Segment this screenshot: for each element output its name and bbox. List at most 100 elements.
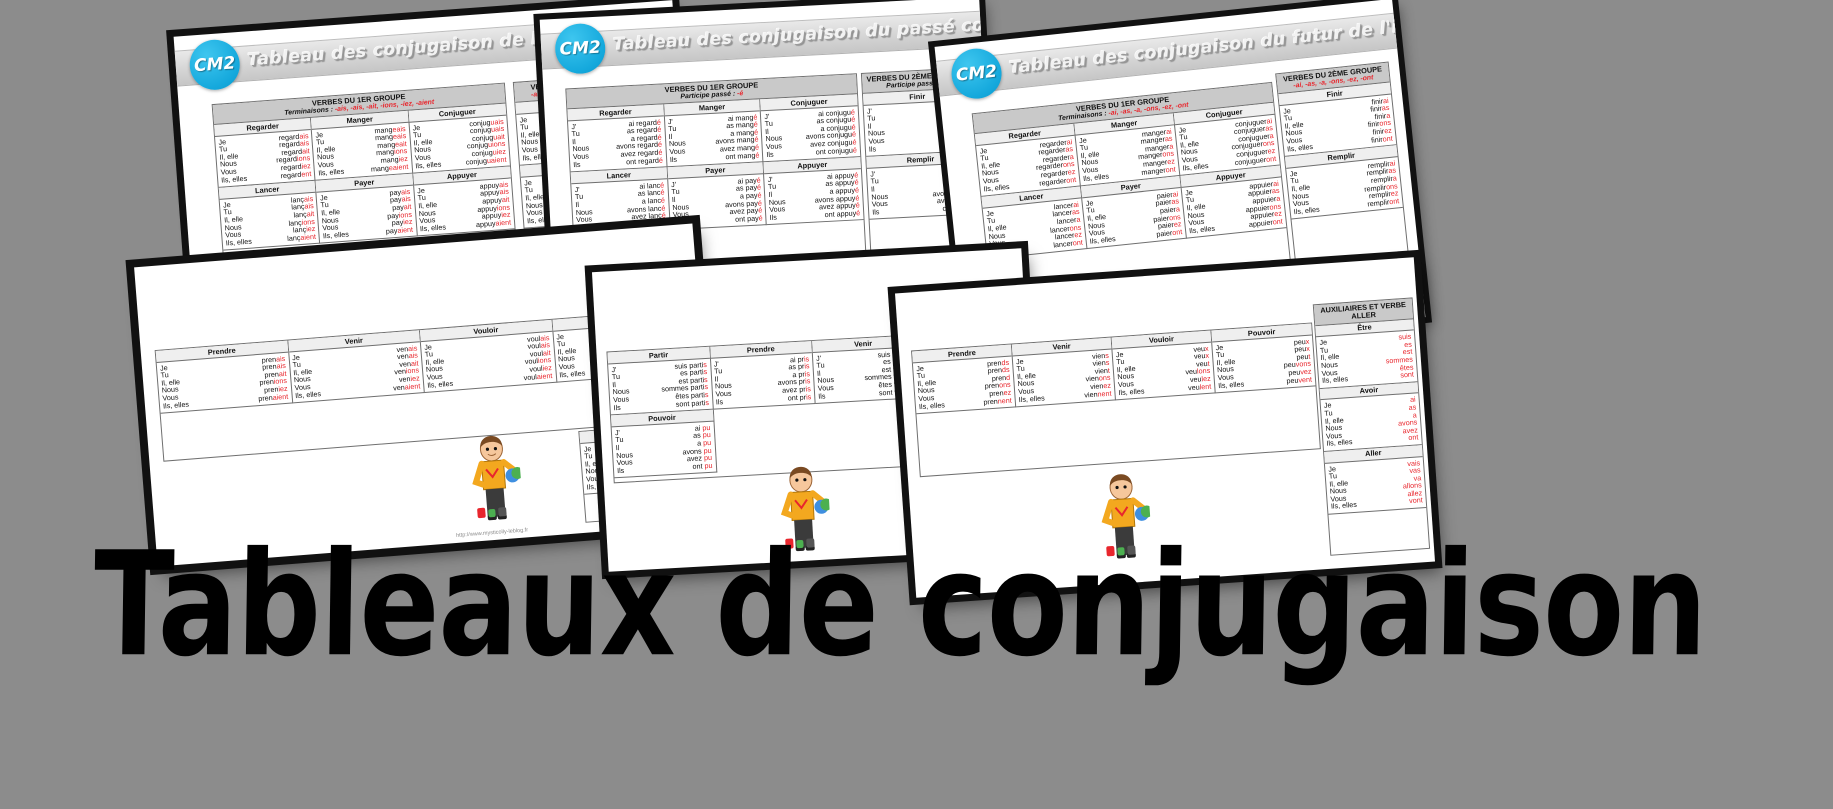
verb-grid: Regarder Je regardais Tu regardais Il, elle re… (214, 103, 515, 251)
pronoun: Ils, elles (414, 159, 442, 170)
verb-form: ont conjugué (815, 144, 858, 157)
pronoun: Ils, elles (294, 388, 322, 400)
verb-block: Payer Je payais Tu payais Il, elle payait Nous p… (315, 173, 418, 244)
conjugation-list: Je remplirai Tu rempliras Il, elle remplira No… (1286, 157, 1403, 219)
group-auxiliaires: AUXILIAIRES ET VERBE ALLER Être Je suis Tu e… (1312, 297, 1431, 556)
conjugation-list: Je mangeais Tu mangeais Il, elle mangeait Nous… (312, 123, 412, 180)
verb-block: Venir Je venais Tu venais Il, elle venait Nous v… (287, 330, 425, 404)
conjugation-list: J' ai mangé Tu as mangé Il a mangé Nous avons m… (665, 111, 763, 166)
conjugation-list: Je regardais Tu regardais Il, elle regardait N… (215, 130, 315, 187)
verb-block: Finir Je finirai Tu finiras Il, elle finira Nou… (1278, 82, 1397, 158)
verb-form: mangeront (1140, 164, 1177, 177)
pronoun: Ils, elles (1089, 233, 1116, 246)
conjugation-list: Je veux Tu veux Il, elle veut Nous veulons Vous v… (1112, 342, 1214, 399)
verb-form: voulaient (523, 370, 553, 382)
verb-form: paieront (1155, 226, 1183, 239)
sheet-banner: Tableau des conjugaison du passé composé (540, 10, 996, 70)
pronoun: Ils, elles (225, 236, 253, 248)
verb-block: Prendre J' ai pris Tu as pris Il a pris Nous avo… (709, 341, 816, 410)
verb-block: Regarder Je regarderai Tu regarderas Il, elle… (974, 123, 1081, 197)
conjugation-list: Je paierai Tu paieras Il, elle paiera Nous paie… (1082, 188, 1186, 248)
verb-block: Conjuguer J' ai conjugué Tu as conjugué Il a c… (760, 94, 861, 163)
pronoun: Ils, elles (1082, 171, 1110, 183)
verb-form: ont payé (734, 213, 763, 224)
conjugation-list: J' ai regardé Tu as regardé Il a regardé Nous a… (568, 116, 666, 171)
verb-block: Lancer J' ai lancé Tu as lancé Il a lancé Nous a… (570, 167, 671, 236)
verb-form: ont (1407, 432, 1419, 443)
verb-form: sont (1400, 369, 1415, 380)
conjugation-list: J' suis partis Tu es partis Il est partis Nous… (608, 359, 712, 415)
verb-form: sont partis (675, 397, 710, 409)
verb-block: Appuyer J' ai appuyé Tu as appuyé Il a appuyé N… (763, 157, 864, 226)
verb-block: Venir Je viens Tu viens Il, elle vient Nous vien… (1011, 337, 1116, 408)
verb-form: ont mangé (725, 150, 760, 161)
verb-grid: Être Je suis Tu es Il, elle est Nous sommes Vous ê… (1315, 318, 1427, 515)
verb-form: venaient (392, 380, 421, 393)
verb-form: lançaient (286, 231, 317, 243)
verb-block: Regarder Je regardais Tu regardais Il, elle re… (214, 117, 316, 189)
verb-block: Avoir Je ai Tu as Il, elle a Nous avons Vous avez I… (1319, 381, 1422, 452)
verb-form: conjuguaient (465, 154, 507, 167)
pronoun: Ils, elles (426, 378, 454, 390)
conjugation-list: Je suis Tu es Il, elle est Nous sommes Vous êtes I… (1316, 331, 1417, 388)
verb-form: finiront (1370, 133, 1393, 145)
verb-form: ont appuyé (824, 207, 861, 219)
verb-form: ont pu (692, 460, 713, 471)
verb-grid: Finir Je finirai Tu finiras Il, elle finira Nou… (1278, 82, 1403, 220)
verb-form: appuieront (1248, 216, 1284, 229)
pronoun: Ils (669, 154, 678, 164)
boy-mascot-icon (463, 433, 524, 523)
pronoun: Ils, elles (1326, 437, 1353, 449)
verb-block: Prendre Je prends Tu prends Il, elle prend Nous… (912, 344, 1017, 415)
verb-block: Payer J' ai payé Tu as payé Il a payé Nous avons… (667, 162, 768, 231)
conjugation-list: Je viens Tu viens Il, elle vient Nous vienons Vo… (1013, 349, 1115, 406)
verb-block: Pouvoir Je peux Tu peux Il, elle peut Nous peuvo… (1211, 323, 1316, 394)
verb-form: peuvent (1286, 374, 1313, 385)
pronoun: Ils (573, 159, 581, 169)
verb-grid: Prendre Je prends Tu prends Il, elle prend Nous… (912, 323, 1316, 415)
pronoun: Ils, elles (1018, 392, 1045, 404)
conjugation-list: Je peux Tu peux Il, elle peut Nous peuvons Vous p… (1212, 335, 1315, 392)
pronoun: Ils, elles (522, 151, 549, 163)
pronoun: Ils, elles (322, 229, 350, 241)
pronoun: Ils (868, 143, 877, 154)
conjugation-list: Je lançais Tu lançais Il, elle lançait Nous lan… (220, 193, 320, 250)
conjugation-list: J' ai pu Tu as pu Il a pu Nous avons pu Vous avez… (612, 422, 716, 478)
conjugation-list: Je vais Tu vas Il, elle va Nous allons Vous allez… (1325, 457, 1426, 514)
conjugation-list: Je venais Tu venais Il, elle venait Nous venion… (289, 342, 424, 403)
verb-block: Aller Je vais Tu vas Il, elle va Nous allons Vous… (1324, 444, 1427, 515)
verb-block: Vouloir Je veux Tu veux Il, elle veut Nous veulo… (1111, 330, 1216, 401)
verb-form: lanceront (1052, 237, 1084, 250)
pronoun: Ils, elles (317, 166, 345, 178)
pronoun: Ils, elles (1188, 223, 1216, 236)
verb-block: Payer Je paierai Tu paieras Il, elle paiera Nou… (1080, 176, 1187, 250)
verb-grid: Regarder J' ai regardé Tu as regardé Il a rega… (567, 94, 864, 236)
poster-canvas: Tableau des conjugaison de l'imparfait d… (0, 0, 1833, 809)
pronoun: Ils, elles (1217, 378, 1245, 390)
conjugation-list: J' ai conjugué Tu as conjugué Il a conjugué No… (761, 106, 860, 161)
pronoun: Ils (871, 206, 880, 217)
conjugation-list: Je mangerai Tu mangeras Il, elle mangera Nous m… (1076, 125, 1180, 185)
pronoun: Ils, elles (918, 399, 946, 411)
verb-block: Lancer Je lançais Tu lançais Il, elle lançait N… (218, 180, 321, 251)
conjugation-list: Je conjuguerai Tu conjugueras Il, elle conjug… (1175, 115, 1280, 176)
pronoun: Ils, elles (162, 399, 190, 411)
verb-block: Prendre Je prenais Tu prenais Il, elle prenait… (155, 340, 293, 414)
conjugation-list: J' ai payé Tu as payé Il a payé Nous avons payé… (668, 174, 766, 229)
conjugation-list: Je prends Tu prends Il, elle prend Nous prenons… (913, 356, 1015, 413)
verb-form: prennent (983, 395, 1013, 407)
verb-block: Regarder J' ai regardé Tu as regardé Il a rega… (567, 104, 668, 173)
conjugation-list: Je prenais Tu prenais Il, elle prenait Nous pre… (157, 352, 292, 413)
pronoun: Ils, elles (1182, 160, 1209, 173)
verb-form: regardent (280, 168, 312, 180)
group-2eme-groupe: VERBES DU 2ÈME GROUPE -ai, -as, -a, -ons… (1275, 61, 1410, 275)
verb-block: Manger Je mangeais Tu mangeais Il, elle mangea… (311, 110, 413, 181)
pronoun: Ils (766, 149, 774, 159)
conjugation-list: Je payais Tu payais Il, elle payait Nous payion… (317, 186, 417, 243)
pronoun: Ils (616, 465, 625, 475)
pronoun: Ils, elles (1330, 500, 1358, 511)
verb-form: veulent (1187, 381, 1212, 392)
verb-form: viennent (1084, 388, 1112, 400)
conjugation-list: Je appuierai Tu appuieras Il, elle appuiera No… (1182, 177, 1287, 238)
verb-block: Manger J' ai mangé Tu as mangé Il a mangé Nous a… (663, 99, 764, 168)
